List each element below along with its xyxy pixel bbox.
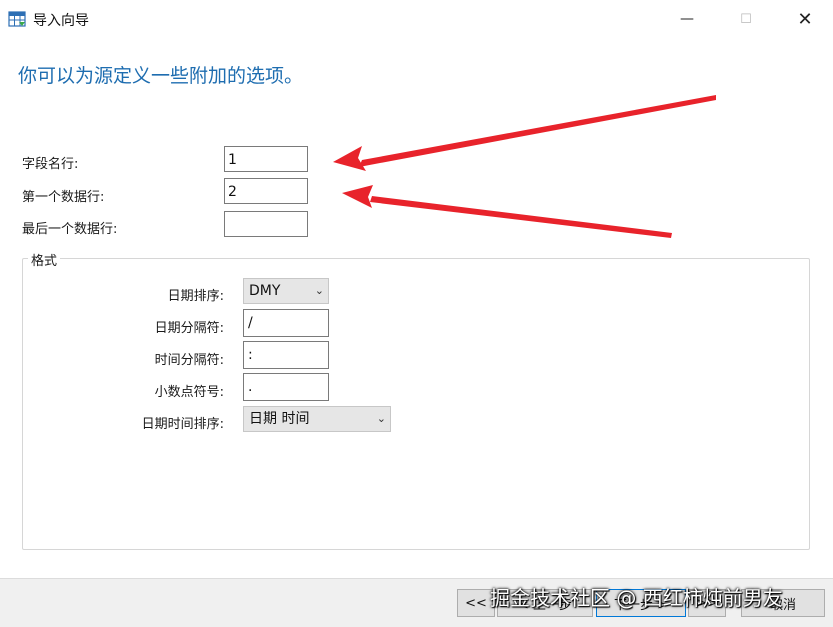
table-import-icon [8,11,26,27]
field-name-row-label: 字段名行: [22,157,79,172]
arrow-to-field-name-row [333,95,716,171]
chevron-down-icon: ⌄ [314,284,324,297]
first-data-row-label: 第一个数据行: [22,190,105,205]
page-title: 你可以为源定义一些附加的选项。 [18,65,304,87]
chevron-down-icon: ⌄ [376,412,386,425]
maximize-button[interactable]: ☐ [723,6,769,32]
arrow-to-first-data-row [342,185,672,238]
title-bar: 导入向导 — ☐ ✕ [0,0,833,38]
first-data-row-input[interactable]: 2 [224,178,308,204]
datetime-order-select[interactable]: 日期 时间 ⌄ [243,406,391,432]
time-separator-label: 时间分隔符: [154,353,224,368]
format-groupbox [22,258,810,550]
date-order-label: 日期排序: [167,289,224,304]
minimize-button[interactable]: — [664,6,710,32]
datetime-order-label: 日期时间排序: [141,417,224,432]
window-title: 导入向导 [33,13,89,29]
format-legend: 格式 [28,250,61,269]
watermark-text: 掘金技术社区 @ 西红柿炖前男友 [490,586,783,610]
date-order-value: DMY [249,283,281,299]
close-button[interactable]: ✕ [782,6,828,32]
decimal-symbol-input[interactable]: . [243,373,329,401]
import-wizard-window: 导入向导 — ☐ ✕ 你可以为源定义一些附加的选项。 字段名行: 1 第一个数据… [0,0,833,627]
field-name-row-input[interactable]: 1 [224,146,308,172]
datetime-order-value: 日期 时间 [249,411,310,427]
last-data-row-label: 最后一个数据行: [22,222,118,237]
date-order-select[interactable]: DMY ⌄ [243,278,329,304]
last-data-row-input[interactable] [224,211,308,237]
decimal-symbol-label: 小数点符号: [154,385,224,400]
time-separator-input[interactable]: : [243,341,329,369]
date-separator-input[interactable]: / [243,309,329,337]
date-separator-label: 日期分隔符: [154,321,224,336]
